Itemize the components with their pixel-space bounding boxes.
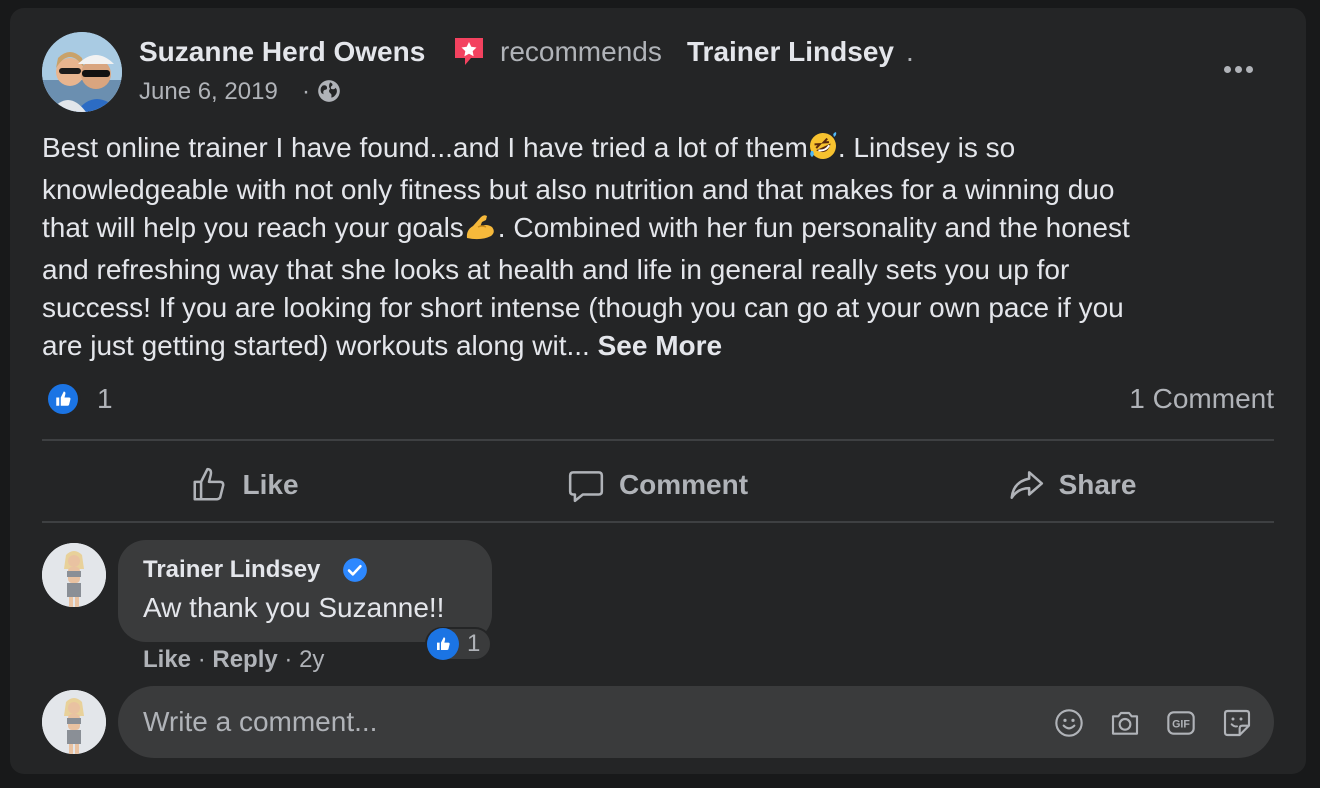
post-date[interactable]: June 6, 2019 [139,78,278,106]
comment-count-link[interactable]: 1 Comment [1129,383,1274,415]
divider [42,439,1274,441]
sticker-icon[interactable] [1220,706,1254,740]
comment-meta: Like · Reply · 2y [143,646,324,674]
flexed-biceps-emoji [464,211,498,251]
gif-icon[interactable]: GIF [1164,706,1198,740]
like-button[interactable]: Like [42,456,447,514]
like-label: Like [242,469,299,500]
rolling-on-floor-laughing-emoji [808,131,838,171]
comment-like-link[interactable]: Like [143,646,191,673]
share-icon [1010,471,1043,499]
recommendation-icon [451,33,487,69]
globe-icon [316,78,342,104]
post-text-line: and refreshing way that she looks at hea… [42,254,1070,285]
post-text-line: Best online trainer I have found...and I… [42,129,1272,171]
thumbs-up-outline-icon [193,467,226,501]
post-text-line: knowledgeable with not only fitness but … [42,174,1115,205]
comment-reactions[interactable]: 1 [425,627,493,661]
post-card: Suzanne Herd Owens recommends Trainer Li… [10,8,1306,774]
comment-icon [568,471,604,503]
page-name-link[interactable]: Trainer Lindsey [687,36,894,68]
author-avatar[interactable] [42,32,122,112]
post-text-line: success! If you are looking for short in… [42,292,1124,323]
verified-badge-icon [342,557,368,583]
share-label: Share [1058,469,1137,500]
recommends-label: recommends [500,36,662,67]
comment-input[interactable] [143,686,1023,758]
post-text-line: that will help you reach your goals. Com… [42,209,1272,251]
see-more-link[interactable]: See More [598,330,723,361]
more-dot [1223,65,1231,73]
emoji-icon[interactable] [1052,706,1086,740]
meta-separator: · [284,646,293,673]
thumbs-up-icon [427,628,459,660]
comment-bubble: Trainer Lindsey Aw thank you Suzanne!! [118,540,492,642]
comment-label: Comment [618,469,749,500]
date-separator: · [302,78,310,105]
meta-separator: · [197,646,206,673]
more-dot [1234,65,1242,73]
comment-age[interactable]: 2y [299,646,324,673]
thumbs-up-icon[interactable] [45,381,81,417]
current-user-avatar[interactable] [42,690,106,754]
commenter-avatar[interactable] [42,543,106,607]
svg-text:GIF: GIF [1172,719,1190,731]
comment-text: Aw thank you Suzanne!! [143,592,445,623]
post-text-line: are just getting started) workouts along… [42,330,723,361]
commenter-name[interactable]: Trainer Lindsey [143,556,320,584]
more-options-button[interactable] [1215,52,1261,86]
comment-reply-link[interactable]: Reply [212,646,277,673]
author-name[interactable]: Suzanne Herd Owens [139,36,425,68]
page-name-period: . [906,36,914,67]
more-dot [1245,65,1253,73]
comment-reaction-count: 1 [467,630,481,657]
post-body: Best online trainer I have found...and I… [42,129,1272,365]
comment-composer: GIF [118,686,1274,758]
divider [42,521,1274,523]
camera-icon[interactable] [1108,706,1142,740]
reaction-count[interactable]: 1 [97,383,113,415]
comment-button[interactable]: Comment [455,456,860,514]
share-button[interactable]: Share [869,456,1274,514]
